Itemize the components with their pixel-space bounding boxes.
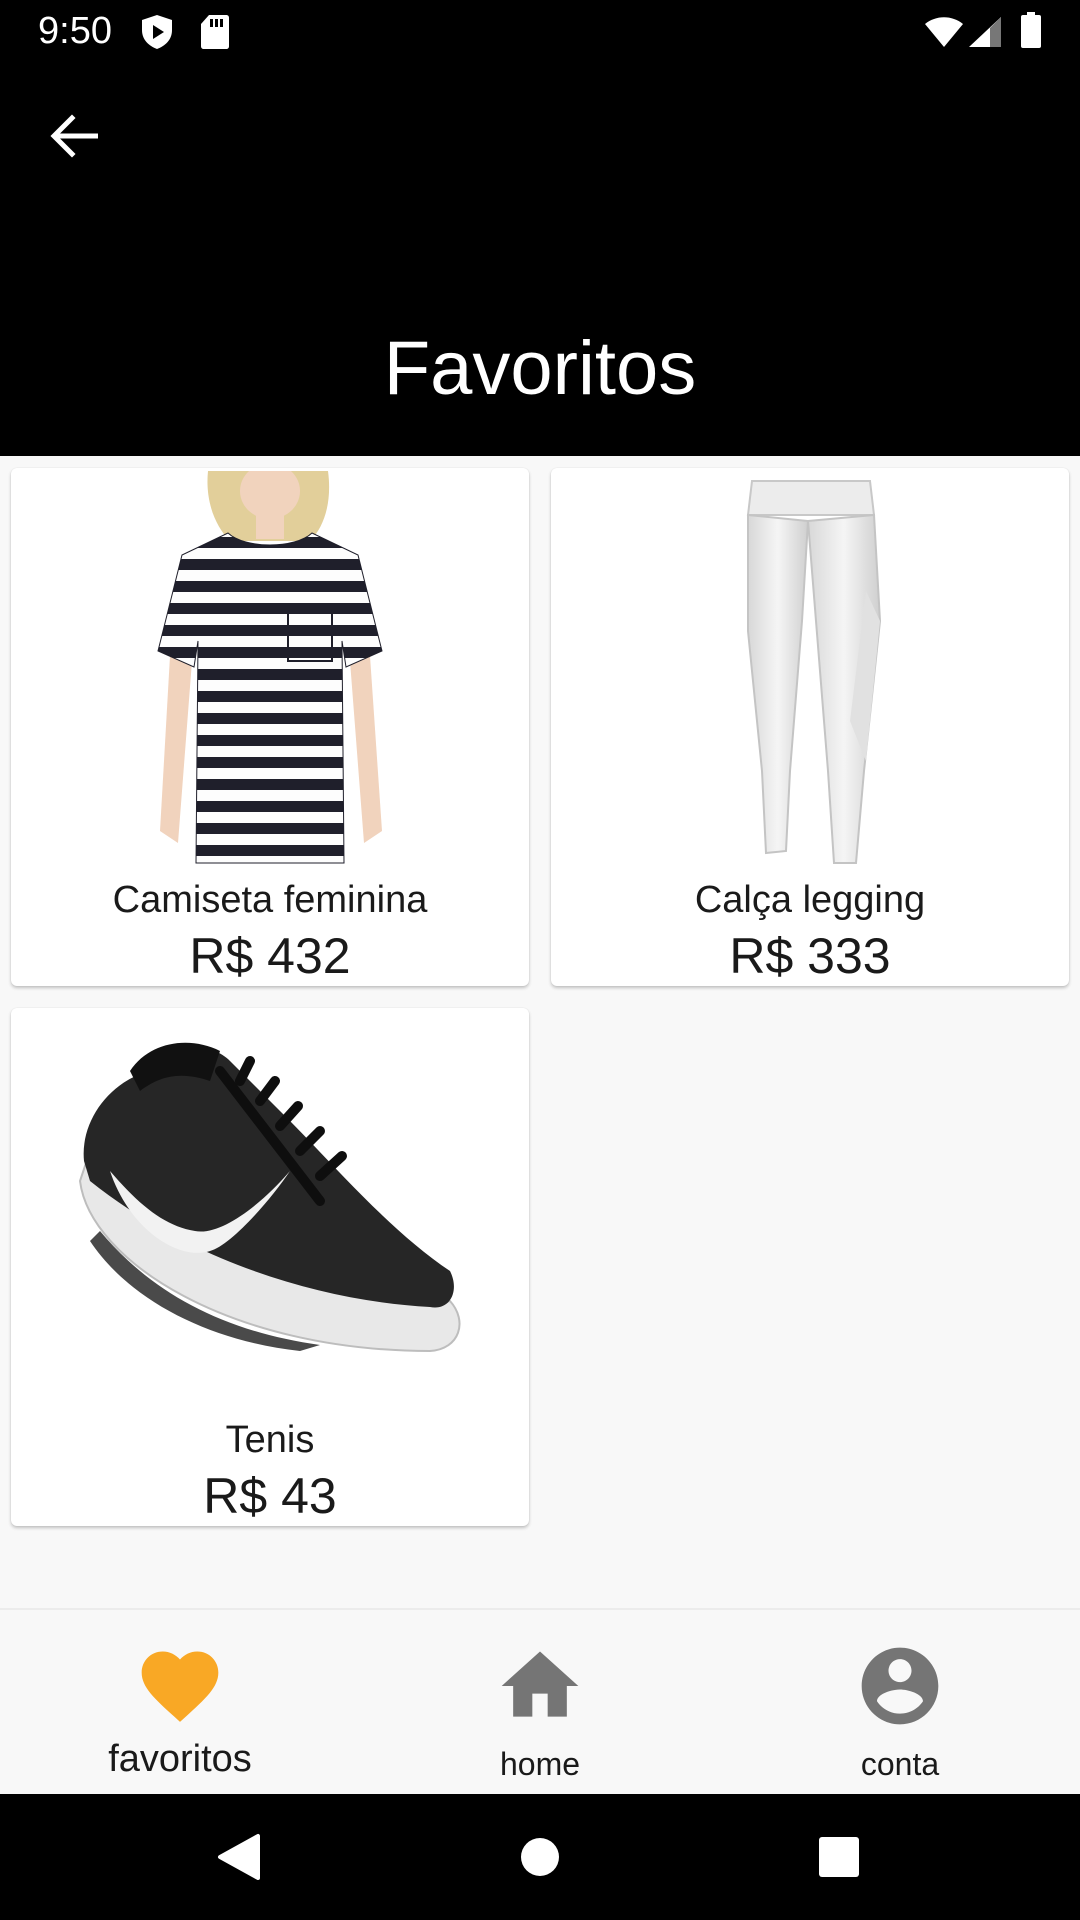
nav-label-home: home	[499, 1746, 581, 1782]
product-price: R$ 43	[203, 1468, 337, 1524]
status-time: 9:50	[38, 10, 112, 52]
app-bar: Favoritos	[0, 62, 1080, 456]
product-card-camiseta[interactable]: Camiseta feminina R$ 432	[11, 468, 529, 986]
back-button[interactable]	[34, 98, 114, 178]
battery-icon	[1020, 12, 1042, 53]
favorites-grid: Camiseta feminina R$ 432 Calça legging R…	[0, 456, 1080, 1608]
sd-card-icon	[200, 14, 230, 55]
system-nav-bar	[0, 1794, 1080, 1920]
account-circle-icon	[854, 1640, 946, 1732]
bottom-nav: favoritos home conta	[0, 1608, 1080, 1794]
nav-item-conta[interactable]: conta	[720, 1610, 1080, 1796]
screen: 9:50 Favoritos Camiseta feminina R$ 432 …	[0, 0, 1080, 1920]
wifi-icon	[924, 16, 964, 53]
product-image-tshirt	[11, 468, 529, 874]
product-name: Tenis	[225, 1419, 315, 1461]
arrow-back-icon	[50, 113, 99, 163]
signal-icon	[968, 16, 1002, 53]
product-name: Camiseta feminina	[112, 879, 428, 921]
heart-icon	[134, 1640, 226, 1732]
recents-square-icon[interactable]	[806, 1824, 872, 1890]
product-name: Calça legging	[694, 879, 926, 921]
product-image-leggings	[551, 468, 1069, 874]
nav-item-favoritos[interactable]: favoritos	[0, 1610, 360, 1796]
product-card-legging[interactable]: Calça legging R$ 333	[551, 468, 1069, 986]
product-image-sneaker	[11, 1008, 529, 1414]
shield-play-icon	[140, 14, 174, 55]
back-triangle-icon[interactable]	[206, 1824, 272, 1890]
product-card-tenis[interactable]: Tenis R$ 43	[11, 1008, 529, 1526]
home-icon	[494, 1640, 586, 1732]
nav-label-conta: conta	[860, 1746, 940, 1782]
product-price: R$ 333	[729, 928, 891, 984]
nav-label-favoritos: favoritos	[108, 1738, 252, 1780]
page-title: Favoritos	[383, 326, 697, 411]
status-bar: 9:50	[0, 0, 1080, 62]
product-price: R$ 432	[189, 928, 351, 984]
home-circle-icon[interactable]	[507, 1824, 573, 1890]
nav-item-home[interactable]: home	[360, 1610, 720, 1796]
